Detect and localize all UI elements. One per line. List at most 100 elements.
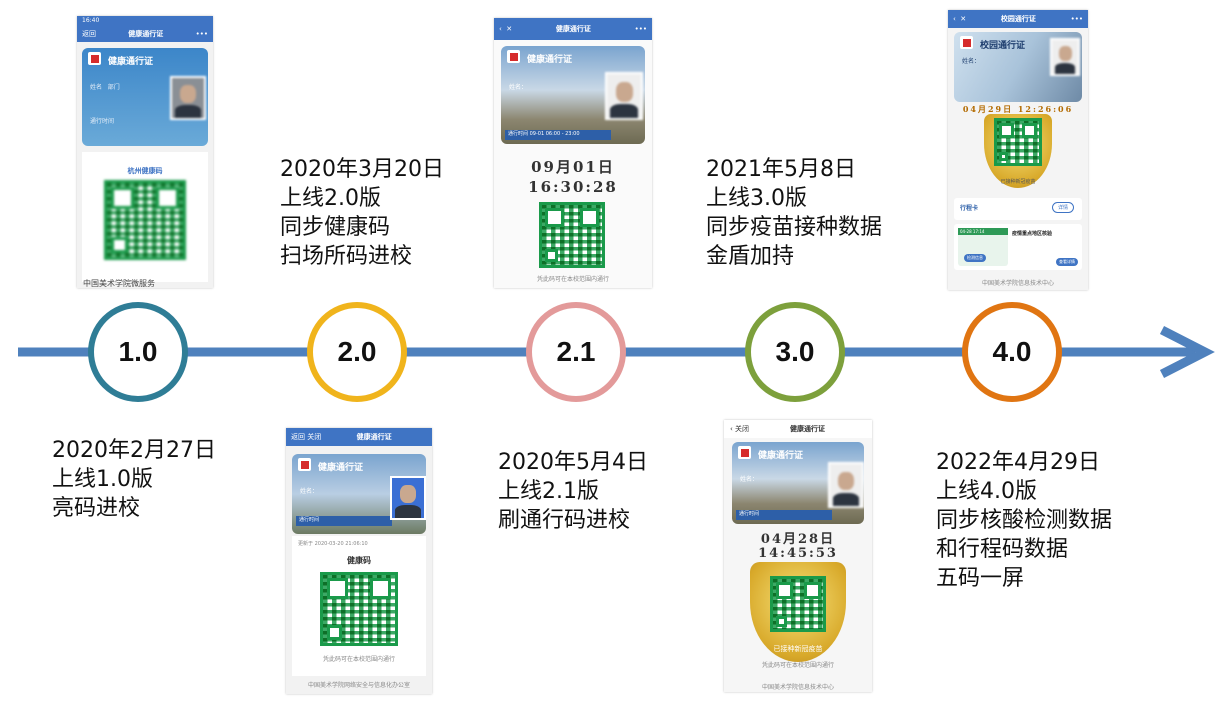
school-logo bbox=[960, 36, 973, 49]
footer: 中国美术学院信息技术中心 bbox=[981, 280, 1054, 287]
card-title: 健康通行证 bbox=[527, 55, 573, 65]
node-label: 2.1 bbox=[556, 336, 596, 367]
code-title: 健康码 bbox=[347, 556, 371, 565]
screenshot-v2-1: ‹ ✕ 健康通行证 ••• 健康通行证 姓名： 通行时间 09-01 06:00… bbox=[494, 18, 652, 288]
nav-title: 健康通行证 bbox=[128, 30, 164, 38]
pass-time: 14:45:53 bbox=[758, 546, 838, 561]
node-label: 3.0 bbox=[775, 336, 815, 367]
dept-label: 部门 bbox=[107, 84, 120, 91]
node-label: 2.0 bbox=[337, 336, 377, 367]
caption-line: 上线4.0版 bbox=[936, 479, 1037, 504]
note: 凭此码可在本校范围内通行 bbox=[761, 662, 834, 669]
nav-title: 健康通行证 bbox=[356, 433, 392, 441]
caption-line: 2021年5月8日 bbox=[706, 157, 856, 182]
photo bbox=[605, 72, 643, 120]
caption-line: 和行程码数据 bbox=[936, 537, 1069, 562]
node-label: 4.0 bbox=[992, 336, 1032, 367]
nav-bar: ‹ ✕ 健康通行证 ••• bbox=[494, 18, 652, 40]
back-button[interactable]: 返回 bbox=[291, 432, 305, 442]
nat-time: 04-28 17:14 bbox=[958, 228, 1008, 235]
card-title: 健康通行证 bbox=[318, 463, 364, 473]
nav-bar: 返回 关闭 健康通行证 bbox=[286, 428, 432, 446]
node-v1: 1.0 bbox=[88, 302, 188, 402]
caption-line: 亮码进校 bbox=[52, 496, 141, 521]
caption-line: 上线1.0版 bbox=[52, 467, 153, 492]
nav-bar: 返回 健康通行证 ••• bbox=[77, 26, 213, 42]
caption-line: 2020年5月4日 bbox=[498, 450, 648, 475]
code-title: 杭州健康码 bbox=[127, 167, 163, 175]
trip-card[interactable]: 行程卡 详情 bbox=[954, 198, 1082, 220]
caption-line: 上线2.1版 bbox=[498, 479, 599, 504]
name-label: 姓名： bbox=[509, 84, 528, 91]
caption-line: 扫场所码进校 bbox=[280, 244, 413, 269]
caption-v3: 2021年5月8日 上线3.0版 同步疫苗接种数据 金盾加持 bbox=[706, 155, 882, 271]
card-title: 校园通行证 bbox=[980, 41, 1026, 51]
name-label: 姓名： bbox=[962, 58, 981, 65]
screenshot-v1: 16:40 返回 健康通行证 ••• 健康通行证 姓名 部门 通行时间 杭州健康… bbox=[77, 16, 213, 288]
node-label: 1.0 bbox=[118, 336, 158, 367]
name-label: 姓名 bbox=[90, 84, 103, 91]
status-time: 16:40 bbox=[82, 17, 100, 24]
watermark: 中国美术学院微服务 bbox=[83, 279, 155, 288]
back-icon[interactable]: ‹ bbox=[953, 15, 956, 23]
nat-detail-button[interactable]: 查看详情 bbox=[1056, 258, 1078, 266]
nat-title: 疫情重点地区核验 bbox=[1012, 231, 1053, 237]
photo bbox=[390, 476, 426, 520]
node-v3: 3.0 bbox=[745, 302, 845, 402]
school-logo bbox=[738, 446, 751, 459]
pass-card: 健康通行证 姓名 部门 通行时间 bbox=[82, 48, 208, 146]
qr-code bbox=[539, 202, 605, 268]
school-logo bbox=[88, 52, 101, 65]
nav-title: 健康通行证 bbox=[555, 25, 591, 33]
menu-button[interactable]: ••• bbox=[635, 25, 647, 33]
caption-line: 2022年4月29日 bbox=[936, 450, 1100, 475]
caption-line: 五码一屏 bbox=[936, 566, 1025, 591]
note: 凭此码可在本校范围内通行 bbox=[322, 656, 395, 663]
valid-label: 通行时间 bbox=[736, 510, 832, 520]
caption-line: 上线2.0版 bbox=[280, 186, 381, 211]
nav-bar: ‹ 关闭 健康通行证 bbox=[724, 420, 872, 438]
node-v2-1: 2.1 bbox=[526, 302, 626, 402]
caption-line: 同步核酸检测数据 bbox=[936, 508, 1113, 533]
caption-line: 同步疫苗接种数据 bbox=[706, 215, 883, 240]
menu-button[interactable]: ••• bbox=[196, 30, 208, 38]
caption-line: 上线3.0版 bbox=[706, 186, 807, 211]
card-title: 健康通行证 bbox=[758, 451, 804, 461]
caption-line: 2020年2月27日 bbox=[52, 438, 216, 463]
caption-v2: 2020年3月20日 上线2.0版 同步健康码 扫场所码进校 bbox=[280, 155, 444, 271]
nav-title: 健康通行证 bbox=[790, 425, 826, 433]
name-label: 姓名： bbox=[300, 488, 319, 495]
vaccine-badge: 已接种新冠疫苗 bbox=[773, 645, 823, 653]
nat-info-button[interactable]: 检测信息 bbox=[964, 254, 986, 262]
node-v2: 2.0 bbox=[307, 302, 407, 402]
close-button[interactable]: 关闭 bbox=[735, 424, 749, 434]
nat-card: 04-28 17:14 检测信息 疫情重点地区核验 查看详情 bbox=[954, 224, 1082, 270]
vaccine-badge: 已接种新冠疫苗 bbox=[1000, 179, 1036, 185]
status-bar: 16:40 bbox=[77, 16, 213, 26]
caption-v1: 2020年2月27日 上线1.0版 亮码进校 bbox=[52, 436, 216, 523]
footer: 中国美术学院信息技术中心 bbox=[761, 684, 834, 691]
back-icon[interactable]: ‹ bbox=[499, 25, 502, 33]
nav-title: 校园通行证 bbox=[1000, 15, 1036, 23]
qr-code bbox=[320, 572, 398, 646]
photo bbox=[170, 76, 206, 120]
qr-code bbox=[994, 118, 1042, 166]
pass-date: 04月28日 bbox=[760, 532, 836, 547]
nav-bar: ‹ ✕ 校园通行证 ••• bbox=[948, 10, 1088, 28]
back-button[interactable]: 返回 bbox=[82, 29, 96, 39]
caption-line: 同步健康码 bbox=[280, 215, 391, 240]
caption-v4: 2022年4月29日 上线4.0版 同步核酸检测数据 和行程码数据 五码一屏 bbox=[936, 448, 1112, 593]
pass-card: 校园通行证 姓名： bbox=[954, 32, 1082, 102]
updated-time: 更新于 2020-03-20 21:06:10 bbox=[298, 541, 368, 547]
pass-time: 16:30:28 bbox=[528, 178, 618, 196]
valid-label: 通行时间 bbox=[508, 131, 529, 137]
menu-button[interactable]: ••• bbox=[1071, 15, 1083, 23]
caption-line: 金盾加持 bbox=[706, 244, 795, 269]
note: 凭此码可在本校范围内通行 bbox=[536, 276, 609, 283]
photo bbox=[1050, 38, 1080, 76]
valid-time: 09-01 06:00 - 23:00 bbox=[529, 131, 580, 137]
pass-card: 健康通行证 姓名： 通行时间 bbox=[292, 454, 426, 534]
screenshot-v4: ‹ ✕ 校园通行证 ••• 校园通行证 姓名： 04月29日 12:26:06 … bbox=[948, 10, 1088, 290]
trip-detail-button[interactable]: 详情 bbox=[1051, 202, 1074, 213]
close-button[interactable]: 关闭 bbox=[307, 432, 321, 442]
